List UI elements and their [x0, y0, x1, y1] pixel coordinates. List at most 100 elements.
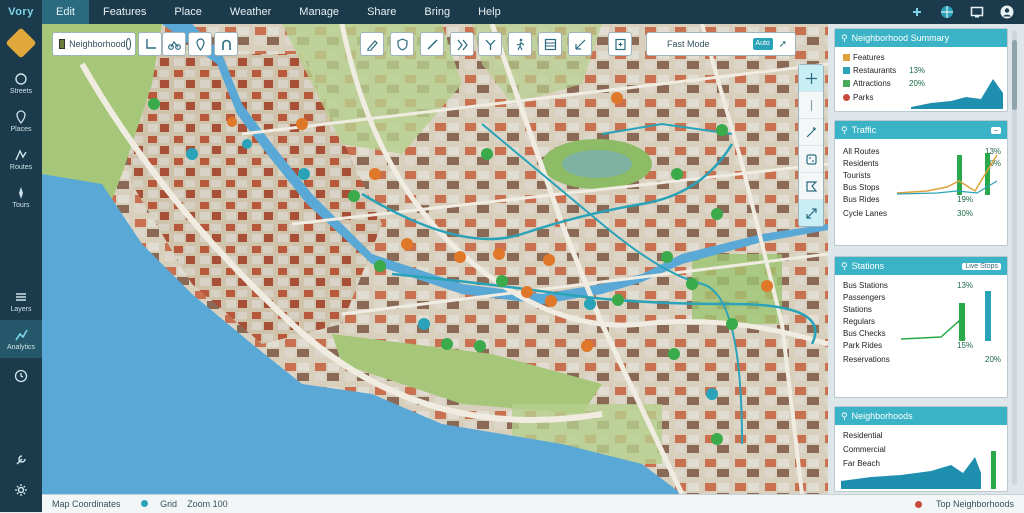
traffic-row: Cycle Lanes — [843, 209, 888, 218]
sidebar-item-settings[interactable] — [0, 476, 42, 506]
gear-icon — [15, 484, 27, 496]
sidebar-item-places[interactable]: Places — [0, 102, 42, 140]
coordinates-readout: Map Coordinates — [52, 499, 121, 509]
puzzle-icon[interactable] — [910, 5, 924, 19]
pan-tool[interactable] — [799, 65, 823, 92]
scrollbar-thumb[interactable] — [1012, 40, 1017, 110]
map-mode-chip[interactable]: Auto — [752, 38, 773, 50]
line-button[interactable] — [420, 32, 444, 56]
sidebar-item-layers[interactable]: Layers — [0, 282, 42, 320]
flag-icon — [59, 39, 66, 49]
menu-bring[interactable]: Bring — [410, 0, 464, 24]
grid-button[interactable] — [538, 32, 562, 56]
traffic-title: Traffic — [851, 125, 877, 135]
split-button[interactable] — [478, 32, 502, 56]
menu-share[interactable]: Share — [353, 0, 410, 24]
station-value: 13% — [957, 281, 974, 290]
measure-button[interactable] — [568, 32, 592, 56]
map-base — [42, 24, 828, 494]
target-icon[interactable] — [125, 38, 131, 50]
export-button[interactable] — [608, 32, 632, 56]
home-logo-icon[interactable] — [5, 27, 37, 59]
bike-button[interactable] — [162, 32, 186, 56]
summary-card: ⚲ Neighborhood Summary Features Restauran… — [834, 28, 1008, 112]
map-mode-field[interactable]: Fast Mode Auto ➚ — [646, 32, 796, 56]
panel-scrollbar[interactable] — [1012, 30, 1017, 485]
magnet-icon — [221, 39, 231, 50]
app-logo[interactable]: Vory — [0, 0, 42, 24]
neighborhoods-title: Neighborhoods — [851, 411, 913, 421]
globe-icon[interactable] — [940, 5, 954, 19]
traffic-row: Residents — [843, 159, 879, 168]
stations-header: ⚲ Stations Live Stops — [835, 257, 1007, 275]
grid-toggle[interactable]: Grid — [131, 499, 178, 509]
grid-dot-icon — [140, 500, 148, 507]
pencil-icon — [366, 39, 378, 51]
draw-button[interactable] — [360, 32, 384, 56]
traffic-card: ⚲ Traffic – All Routes Residents Tourists… — [834, 120, 1008, 246]
sidebar-item-label: Tours — [12, 201, 30, 209]
monitor-icon[interactable] — [970, 5, 984, 19]
menu-manage[interactable]: Manage — [285, 0, 353, 24]
grid-label: Grid — [160, 499, 178, 509]
shape-tool[interactable] — [799, 173, 823, 200]
station-row: Reservations — [843, 355, 890, 364]
sidebar-item-tours[interactable]: Tours — [0, 178, 42, 216]
sidebar-item-label: Routes — [9, 163, 33, 171]
compass-icon — [19, 186, 23, 199]
search-input[interactable]: Neighborhood — [69, 39, 126, 49]
left-sidebar: Streets Places Routes Tours Layers Analy… — [0, 24, 42, 512]
station-value: 20% — [985, 355, 1002, 364]
sidebar-item-label: Places — [10, 125, 32, 133]
sidebar-item-streets[interactable]: Streets — [0, 64, 42, 102]
top-neighborhoods-link[interactable]: Top Neighborhoods — [936, 499, 1014, 509]
sidebar-item-label: Layers — [10, 305, 32, 313]
polygon-icon — [805, 180, 817, 192]
magnet-button[interactable] — [214, 32, 238, 56]
location-button[interactable] — [188, 32, 212, 56]
divider-icon — [810, 99, 812, 111]
sidebar-item-tools[interactable] — [0, 446, 42, 476]
dice-tool[interactable] — [799, 146, 823, 173]
magic-tool[interactable] — [799, 119, 823, 146]
arrows-icon — [805, 72, 817, 84]
station-row: Park Rides — [843, 341, 883, 350]
pin-icon — [16, 109, 26, 124]
wrench-icon — [16, 455, 26, 465]
map-canvas[interactable]: Neighborhood Fast Mode Auto ➚ — [42, 24, 828, 494]
chart-icon[interactable]: ➚ — [779, 39, 787, 50]
crop-button[interactable] — [138, 32, 162, 56]
walk-button[interactable] — [508, 32, 532, 56]
route-edit-button[interactable] — [450, 32, 474, 56]
shield-button[interactable] — [390, 32, 414, 56]
neighborhood-search[interactable]: Neighborhood — [52, 32, 136, 56]
menu-edit[interactable]: Edit — [42, 0, 89, 24]
crop-icon — [145, 38, 156, 49]
bike-icon — [167, 40, 181, 50]
neighborhoods-card: ⚲ Neighborhoods Residential Commercial Fa… — [834, 406, 1008, 492]
move-tool[interactable] — [799, 200, 823, 226]
map-side-toolbar — [798, 64, 824, 227]
features-swatch — [843, 54, 850, 62]
road-icon — [15, 72, 27, 85]
sidebar-item-routes[interactable]: Routes — [0, 140, 42, 178]
menu-help[interactable]: Help — [464, 0, 515, 24]
sidebar-item-history[interactable] — [0, 358, 42, 396]
parks-swatch — [843, 94, 850, 102]
sidebar-item-analytics[interactable]: Analytics — [0, 320, 42, 358]
divider-tool[interactable] — [799, 92, 823, 119]
attractions-swatch — [843, 80, 850, 88]
live-stops-badge[interactable]: Live Stops — [962, 262, 1001, 270]
zoom-readout[interactable]: Zoom 100 — [187, 499, 228, 509]
route-icon — [457, 39, 468, 50]
traffic-row: Bus Stops — [843, 183, 880, 192]
wand-icon — [806, 126, 816, 137]
menu-features[interactable]: Features — [89, 0, 160, 24]
search-icon: ⚲ — [841, 124, 848, 135]
user-icon[interactable] — [1000, 5, 1014, 19]
menu-place[interactable]: Place — [160, 0, 216, 24]
search-icon: ⚲ — [841, 32, 848, 43]
sidebar-item-label: Analytics — [6, 343, 35, 351]
menu-weather[interactable]: Weather — [216, 0, 285, 24]
collapse-icon[interactable]: – — [991, 126, 1001, 134]
